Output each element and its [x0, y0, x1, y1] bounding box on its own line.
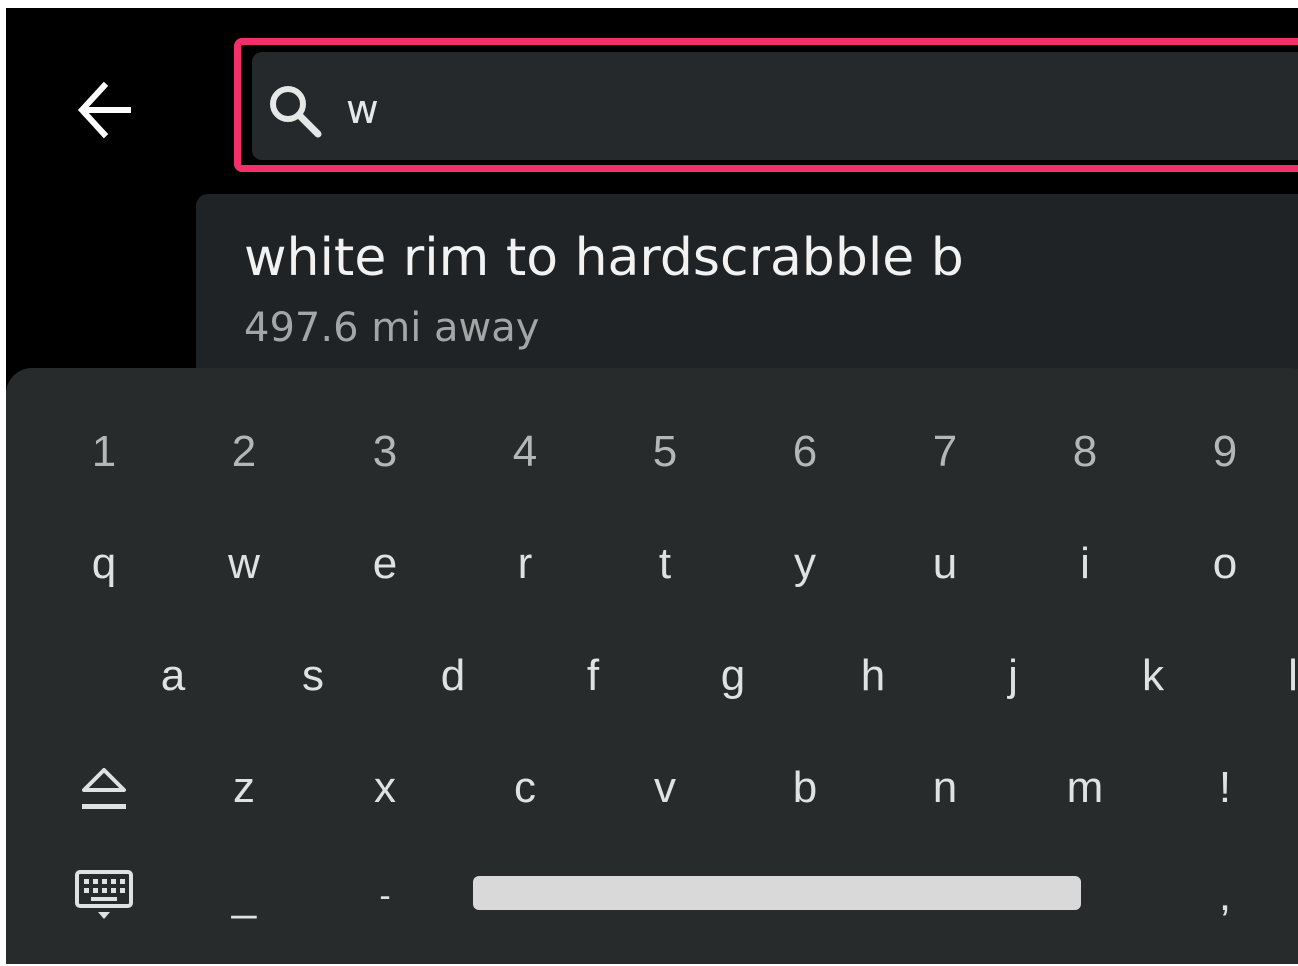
key-underscore[interactable]: _ — [189, 846, 299, 946]
key-5[interactable]: 5 — [610, 402, 720, 502]
key-z[interactable]: z — [189, 738, 299, 838]
keyboard-switch-key[interactable] — [49, 846, 159, 946]
key-m[interactable]: m — [1030, 738, 1140, 838]
key-u[interactable]: u — [890, 514, 1000, 614]
key-j[interactable]: j — [958, 626, 1068, 726]
key-c[interactable]: c — [470, 738, 580, 838]
key-o[interactable]: o — [1170, 514, 1280, 614]
key-a[interactable]: a — [118, 626, 228, 726]
suggestion-distance: 497.6 mi away — [244, 305, 540, 351]
key-b[interactable]: b — [750, 738, 860, 838]
key-7[interactable]: 7 — [890, 402, 1000, 502]
key-h[interactable]: h — [818, 626, 928, 726]
key-l[interactable]: l — [1238, 626, 1298, 726]
key-s[interactable]: s — [258, 626, 368, 726]
key-2[interactable]: 2 — [189, 402, 299, 502]
spacebar[interactable] — [473, 876, 1081, 910]
key-k[interactable]: k — [1098, 626, 1208, 726]
search-suggestion[interactable]: white rim to hardscrabble b 497.6 mi awa… — [196, 194, 1298, 384]
key-g[interactable]: g — [678, 626, 788, 726]
on-screen-keyboard: 1 2 3 4 5 6 7 8 9 q w e r t y u i o a s … — [6, 368, 1298, 964]
key-8[interactable]: 8 — [1030, 402, 1140, 502]
shift-icon — [82, 768, 126, 809]
key-comma[interactable]: , — [1170, 846, 1280, 946]
key-d[interactable]: d — [398, 626, 508, 726]
key-y[interactable]: y — [750, 514, 860, 614]
key-q[interactable]: q — [49, 514, 159, 614]
key-e[interactable]: e — [330, 514, 440, 614]
back-button[interactable] — [64, 70, 144, 150]
key-w[interactable]: w — [189, 514, 299, 614]
key-1[interactable]: 1 — [49, 402, 159, 502]
screen: w white rim to hardscrabble b 497.6 mi a… — [6, 8, 1298, 964]
shift-key[interactable] — [49, 738, 159, 838]
key-t[interactable]: t — [610, 514, 720, 614]
key-9[interactable]: 9 — [1170, 402, 1280, 502]
search-input[interactable]: w — [346, 84, 379, 136]
key-i[interactable]: i — [1030, 514, 1140, 614]
key-v[interactable]: v — [610, 738, 720, 838]
key-hyphen[interactable]: - — [330, 846, 440, 946]
search-highlight-outline — [234, 38, 1298, 172]
key-3[interactable]: 3 — [330, 402, 440, 502]
key-n[interactable]: n — [890, 738, 1000, 838]
key-6[interactable]: 6 — [750, 402, 860, 502]
key-x[interactable]: x — [330, 738, 440, 838]
key-exclamation[interactable]: ! — [1170, 738, 1280, 838]
key-r[interactable]: r — [470, 514, 580, 614]
back-arrow-icon — [77, 81, 131, 139]
search-icon — [270, 86, 322, 138]
key-f[interactable]: f — [538, 626, 648, 726]
key-4[interactable]: 4 — [470, 402, 580, 502]
suggestion-title: white rim to hardscrabble b — [244, 228, 964, 288]
keyboard-icon — [75, 870, 133, 919]
